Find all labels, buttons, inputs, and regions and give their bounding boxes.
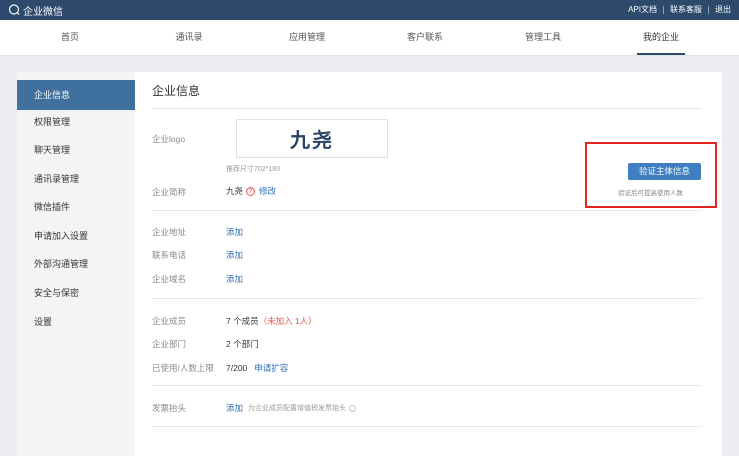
departments-label: 企业部门 [152, 339, 187, 349]
wework-logo-icon [8, 4, 20, 15]
api-docs-link[interactable]: API文档 [628, 4, 657, 15]
highlight-box [585, 142, 717, 208]
nav-customer-contact[interactable]: 客户联系 [385, 20, 465, 56]
pending-members[interactable]: （未加入 1人） [259, 315, 317, 327]
logo-image: 九尧 [290, 128, 334, 152]
divider [152, 210, 702, 211]
sidebar-item-external-comm[interactable]: 外部沟通管理 [17, 250, 135, 278]
invoice-value: 添加 为企业成员配置增值税发票抬头 [226, 402, 357, 414]
divider [152, 108, 702, 109]
sidebar: 企业信息 权限管理 聊天管理 通讯录管理 微信插件 申请加入设置 外部沟通管理 … [17, 72, 135, 456]
sidebar-item-enterprise-info[interactable]: 企业信息 [17, 80, 135, 110]
sidebar-item-security[interactable]: 安全与保密 [17, 279, 135, 307]
members-label: 企业成员 [152, 316, 187, 326]
sidebar-item-settings[interactable]: 设置 [17, 308, 135, 336]
sidebar-item-chat[interactable]: 聊天管理 [17, 136, 135, 164]
invoice-label: 发票抬头 [152, 403, 187, 413]
sidebar-item-wechat-plugin[interactable]: 微信插件 [17, 193, 135, 221]
divider [152, 426, 702, 427]
add-phone-link[interactable]: 添加 [226, 249, 243, 261]
nav-my-enterprise[interactable]: 我的企业 [621, 20, 701, 56]
logo-label: 企业logo [152, 134, 186, 144]
top-bar: 企业微信 API文档 联系客服 退出 [0, 0, 739, 20]
short-name-value: 九尧 ? 修改 [226, 185, 276, 197]
invoice-hint: 为企业成员配置增值税发票抬头 [248, 405, 347, 412]
capacity-value: 7/200 申请扩容 [226, 362, 288, 374]
main-nav: 首页 通讯录 应用管理 客户联系 管理工具 我的企业 [0, 20, 739, 56]
capacity-usage: 7/200 [226, 363, 248, 373]
nav-contacts[interactable]: 通讯录 [149, 20, 229, 56]
main-panel: 企业信息 权限管理 聊天管理 通讯录管理 微信插件 申请加入设置 外部沟通管理 … [17, 72, 722, 456]
brand-logo[interactable]: 企业微信 [8, 3, 63, 18]
divider [708, 5, 709, 14]
help-icon[interactable]: ? [246, 186, 256, 196]
nav-home[interactable]: 首页 [30, 20, 110, 56]
members-count[interactable]: 7 个成员 [226, 315, 259, 327]
page-title: 企业信息 [152, 84, 201, 98]
nav-management-tools[interactable]: 管理工具 [503, 20, 583, 56]
short-name-label: 企业简称 [152, 187, 187, 197]
divider [152, 385, 702, 386]
logout-link[interactable]: 退出 [715, 4, 731, 15]
address-label: 企业地址 [152, 227, 187, 237]
logo-hint: 推荐尺寸702*180 [226, 166, 281, 173]
departments-value[interactable]: 2 个部门 [226, 338, 259, 350]
capacity-label: 已使用/人数上限 [152, 363, 214, 373]
sidebar-item-contacts[interactable]: 通讯录管理 [17, 165, 135, 193]
nav-apps[interactable]: 应用管理 [267, 20, 347, 56]
top-links: API文档 联系客服 退出 [628, 4, 731, 15]
sidebar-item-permissions[interactable]: 权限管理 [17, 108, 135, 136]
logo-upload[interactable]: 九尧 [236, 119, 388, 158]
content-area: 企业信息 企业logo 九尧 推荐尺寸702*180 企业简称 九尧 ? 修改 … [135, 72, 722, 456]
domain-label: 企业域名 [152, 274, 187, 284]
apply-expansion-link[interactable]: 申请扩容 [254, 362, 288, 374]
add-address-link[interactable]: 添加 [226, 226, 243, 238]
divider [152, 298, 702, 299]
short-name-text: 九尧 [226, 186, 244, 196]
add-domain-link[interactable]: 添加 [226, 273, 243, 285]
phone-label: 联系电话 [152, 250, 187, 260]
edit-short-name-link[interactable]: 修改 [259, 185, 276, 197]
members-value: 7 个成员 （未加入 1人） [226, 315, 317, 327]
divider [663, 5, 664, 14]
info-icon[interactable] [349, 404, 357, 412]
sidebar-item-join-settings[interactable]: 申请加入设置 [17, 222, 135, 250]
brand-name: 企业微信 [23, 6, 63, 18]
add-invoice-link[interactable]: 添加 [226, 402, 243, 414]
contact-support-link[interactable]: 联系客服 [670, 4, 702, 15]
